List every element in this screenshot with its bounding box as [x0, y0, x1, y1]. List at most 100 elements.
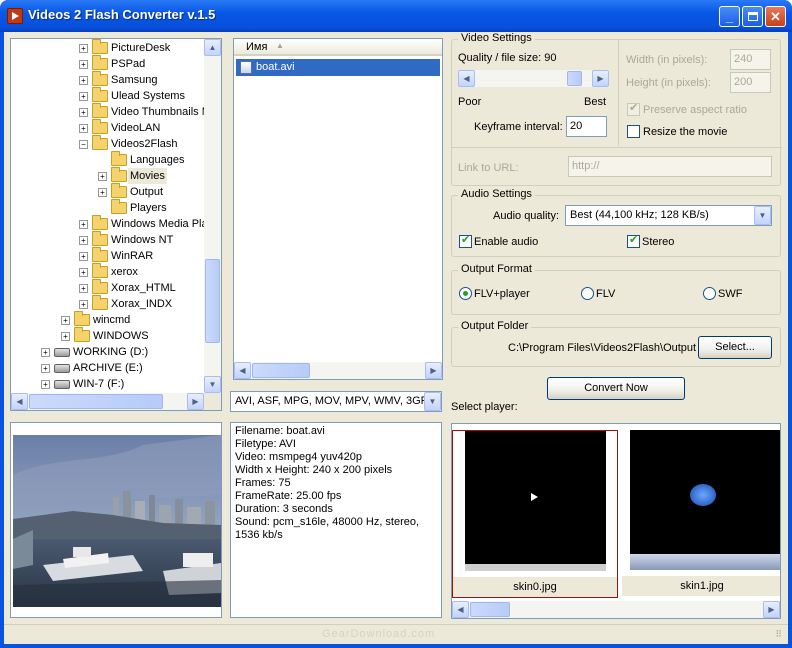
player-skin-list[interactable]: skin0.jpg skin1.jpg ◀ ▶: [451, 423, 781, 619]
link-url-input[interactable]: http://: [568, 156, 772, 177]
tree-item[interactable]: + WIN-7 (F:): [11, 376, 206, 392]
scroll-up-icon[interactable]: ▲: [204, 39, 221, 56]
keyframe-input[interactable]: 20: [566, 116, 607, 137]
audio-quality-select[interactable]: Best (44,100 kHz; 128 KB/s) ▼: [565, 205, 772, 226]
chevron-down-icon[interactable]: ▼: [424, 392, 441, 411]
tree-item[interactable]: + Xorax_INDX: [11, 295, 206, 312]
tree-item[interactable]: Languages: [11, 151, 206, 168]
quality-slider[interactable]: ◀ ▶: [458, 70, 609, 87]
scroll-left-icon[interactable]: ◀: [11, 393, 28, 410]
collapse-icon[interactable]: −: [79, 140, 88, 149]
video-settings-group: Video Settings Quality / file size: 90 ◀…: [451, 32, 782, 186]
tree-item[interactable]: + Output: [11, 183, 206, 200]
tree-item[interactable]: + WORKING (D:): [11, 344, 206, 360]
filelist-hscroll-thumb[interactable]: [252, 363, 310, 378]
folder-icon: [92, 263, 108, 278]
tree-item[interactable]: + ARCHIVE (E:): [11, 360, 206, 376]
quality-slider-thumb[interactable]: [567, 71, 582, 86]
expand-icon[interactable]: +: [79, 44, 88, 53]
expand-icon[interactable]: +: [79, 92, 88, 101]
tree-item-label: Players: [130, 202, 167, 214]
tree-item[interactable]: + VideoLAN: [11, 119, 206, 136]
resize-grip-icon[interactable]: ⠿: [775, 629, 782, 640]
list-item[interactable]: boat.avi: [236, 59, 440, 76]
expand-icon[interactable]: +: [41, 380, 50, 389]
video-settings-title: Video Settings: [458, 32, 535, 44]
skins-hscroll-thumb[interactable]: [470, 602, 510, 617]
select-folder-button[interactable]: Select...: [698, 336, 772, 359]
expand-icon[interactable]: +: [79, 236, 88, 245]
height-input[interactable]: 200: [730, 72, 771, 93]
expand-icon[interactable]: +: [98, 172, 107, 181]
tree-item[interactable]: + WINDOWS: [11, 327, 206, 344]
maximize-button[interactable]: [742, 6, 763, 27]
tree-item[interactable]: + WinRAR: [11, 247, 206, 264]
scroll-left-icon[interactable]: ◀: [234, 362, 251, 379]
width-input[interactable]: 240: [730, 49, 771, 70]
tree-vertical-scrollbar[interactable]: ▲ ▼: [204, 39, 221, 393]
tree-item[interactable]: + Windows NT: [11, 231, 206, 248]
list-header[interactable]: Имя ▲: [234, 39, 442, 56]
file-type-filter[interactable]: AVI, ASF, MPG, MOV, MPV, WMV, 3GP ▼: [230, 391, 442, 412]
filelist-horizontal-scrollbar[interactable]: ◀ ▶: [234, 362, 442, 379]
scroll-left-icon[interactable]: ◀: [452, 601, 469, 618]
expand-icon[interactable]: +: [61, 332, 70, 341]
tree-item[interactable]: + Samsung: [11, 71, 206, 88]
enable-audio-checkbox[interactable]: [459, 233, 472, 248]
expand-icon[interactable]: +: [79, 76, 88, 85]
tree-item[interactable]: Players: [11, 199, 206, 216]
folder-icon: [92, 39, 108, 54]
expand-icon[interactable]: +: [41, 348, 50, 357]
expand-icon[interactable]: +: [79, 268, 88, 277]
expand-icon[interactable]: +: [79, 252, 88, 261]
skin1-item[interactable]: skin1.jpg: [622, 430, 780, 598]
tree-item-label: Videos2Flash: [111, 138, 178, 150]
slider-left-icon[interactable]: ◀: [458, 70, 475, 87]
skins-horizontal-scrollbar[interactable]: ◀ ▶: [452, 601, 780, 618]
scroll-down-icon[interactable]: ▼: [204, 376, 221, 393]
preserve-aspect-checkbox[interactable]: [627, 101, 640, 116]
tree-item-label: VideoLAN: [111, 122, 161, 134]
title-bar[interactable]: Videos 2 Flash Converter v.1.5 _ ✕: [0, 0, 792, 32]
tree-item[interactable]: + Movies: [11, 167, 206, 184]
tree-item-label: PictureDesk: [111, 42, 171, 54]
radio-flv-player[interactable]: [459, 287, 472, 300]
stereo-checkbox[interactable]: [627, 233, 640, 248]
tree-scroll-thumb[interactable]: [205, 259, 220, 343]
tree-item[interactable]: + Ulead Systems: [11, 87, 206, 104]
tree-item[interactable]: + PictureDesk: [11, 39, 206, 56]
expand-icon[interactable]: +: [79, 220, 88, 229]
expand-icon[interactable]: +: [41, 364, 50, 373]
expand-icon[interactable]: +: [79, 284, 88, 293]
radio-swf[interactable]: [703, 287, 716, 300]
tree-item[interactable]: + Video Thumbnails M: [11, 103, 211, 120]
tree-horizontal-scrollbar[interactable]: ◀ ▶: [11, 393, 204, 410]
minimize-button[interactable]: _: [719, 6, 740, 27]
tree-item[interactable]: + Xorax_HTML: [11, 279, 206, 296]
expand-icon[interactable]: +: [79, 124, 88, 133]
tree-item[interactable]: + Windows Media Pla: [11, 215, 208, 232]
tree-item[interactable]: + xerox: [11, 263, 206, 280]
resize-movie-checkbox[interactable]: [627, 125, 640, 138]
expand-icon[interactable]: +: [61, 316, 70, 325]
convert-now-button[interactable]: Convert Now: [547, 377, 685, 400]
chevron-down-icon[interactable]: ▼: [754, 206, 771, 225]
folder-tree[interactable]: + PictureDesk + PSPad + Samsung + Ulead Systems…: [10, 38, 222, 411]
skin0-item[interactable]: skin0.jpg: [452, 430, 618, 598]
slider-right-icon[interactable]: ▶: [592, 70, 609, 87]
tree-item[interactable]: + PSPad: [11, 55, 206, 72]
scroll-right-icon[interactable]: ▶: [425, 362, 442, 379]
expand-icon[interactable]: +: [98, 188, 107, 197]
radio-flv[interactable]: [581, 287, 594, 300]
tree-hscroll-thumb[interactable]: [29, 394, 163, 409]
tree-item[interactable]: − Videos2Flash: [11, 135, 206, 152]
expand-icon[interactable]: +: [79, 60, 88, 69]
tree-item[interactable]: + wincmd: [11, 311, 206, 328]
close-button[interactable]: ✕: [765, 6, 786, 27]
tree-item-label: WINDOWS: [93, 330, 149, 342]
scroll-right-icon[interactable]: ▶: [187, 393, 204, 410]
file-list[interactable]: Имя ▲ boat.avi ◀ ▶: [233, 38, 443, 380]
scroll-right-icon[interactable]: ▶: [763, 601, 780, 618]
expand-icon[interactable]: +: [79, 300, 88, 309]
expand-icon[interactable]: +: [79, 108, 88, 117]
